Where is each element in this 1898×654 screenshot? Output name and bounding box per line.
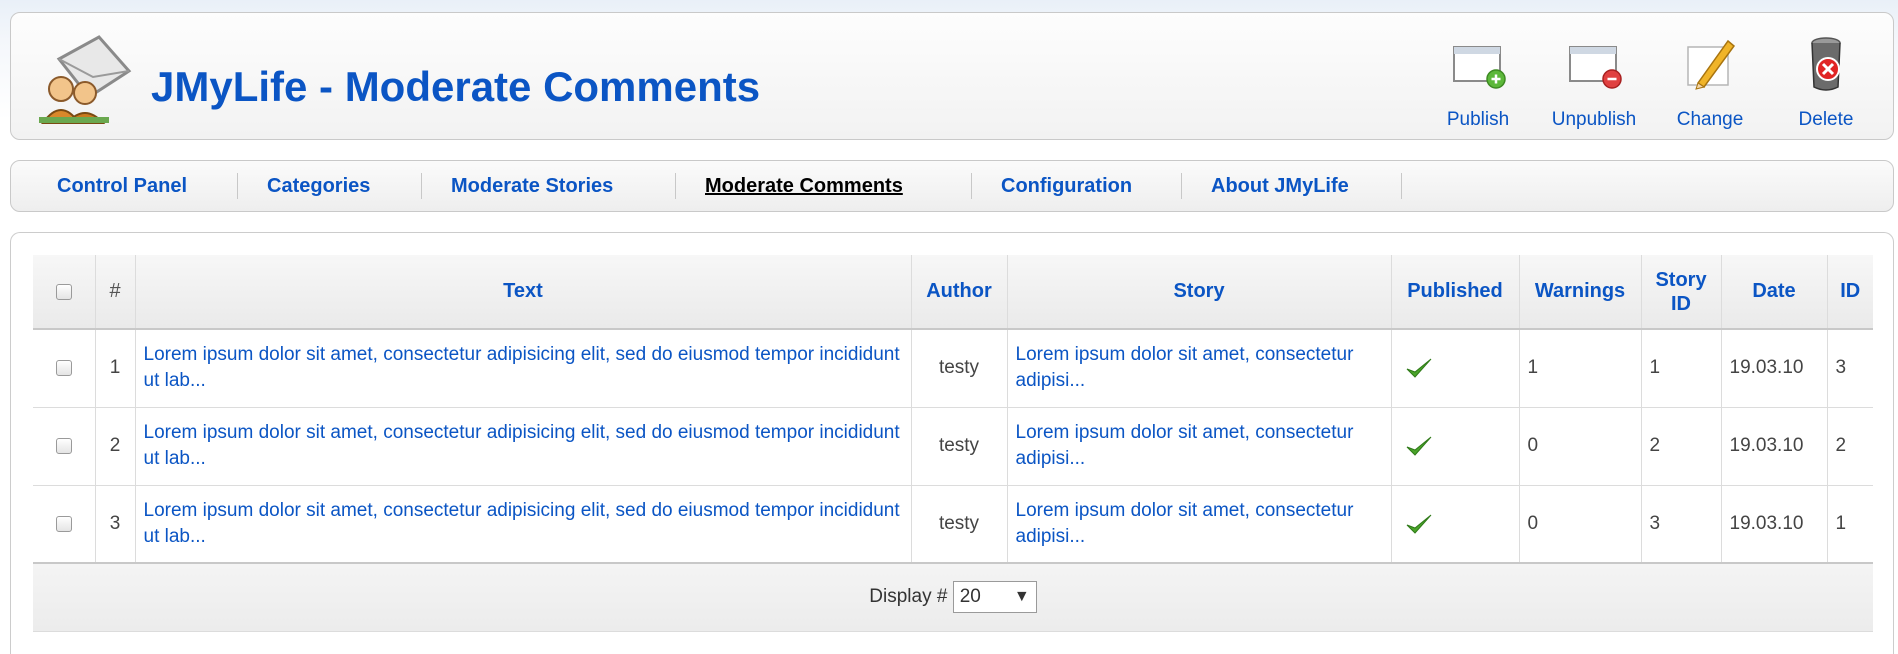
menu-separator — [421, 173, 422, 199]
row-checkbox[interactable] — [55, 515, 72, 532]
story-id: 3 — [1640, 485, 1721, 564]
change-button[interactable]: Change — [1655, 25, 1765, 135]
row-num: 2 — [94, 407, 135, 486]
unpublish-icon — [1569, 46, 1622, 89]
published-cell — [1390, 329, 1519, 408]
change-label: Change — [1676, 109, 1744, 130]
comment-id: 3 — [1826, 329, 1873, 408]
users-comment-icon — [39, 35, 132, 124]
comment-id: 1 — [1826, 485, 1873, 564]
trash-icon — [1811, 37, 1841, 91]
page-title: JMyLife - Moderate Comments — [151, 63, 761, 110]
published-cell — [1390, 485, 1519, 564]
tab-moderate-comments[interactable]: Moderate Comments — [705, 161, 903, 211]
tab-control-panel[interactable]: Control Panel — [57, 161, 187, 211]
menu-separator — [971, 173, 972, 199]
comment-author: testy — [910, 329, 1007, 408]
content-panel: # Text Author Story Published Warnings S… — [10, 232, 1894, 654]
comment-author: testy — [910, 407, 1007, 486]
row-select-cell — [33, 485, 95, 564]
header-bar: JMyLife - Moderate Comments Publish Unpu… — [10, 12, 1894, 140]
unpublish-button[interactable]: Unpublish — [1539, 25, 1649, 135]
comments-table: # Text Author Story Published Warnings S… — [33, 255, 1873, 632]
header-date[interactable]: Date — [1720, 255, 1827, 330]
warnings-count: 0 — [1518, 485, 1641, 564]
publish-label: Publish — [1446, 109, 1510, 130]
published-cell — [1390, 407, 1519, 486]
row-checkbox[interactable] — [55, 360, 72, 377]
table-row: 1 Lorem ipsum dolor sit amet, consectetu… — [33, 329, 1873, 408]
display-limit-value: 20 — [959, 586, 981, 608]
tab-categories[interactable]: Categories — [267, 161, 370, 211]
header-warnings[interactable]: Warnings — [1518, 255, 1641, 330]
publish-button[interactable]: Publish — [1423, 25, 1533, 135]
header-story[interactable]: Story — [1006, 255, 1391, 330]
row-select-cell — [33, 407, 95, 486]
comment-date: 19.03.10 — [1720, 407, 1827, 486]
table-row: 2 Lorem ipsum dolor sit amet, consectetu… — [33, 407, 1873, 486]
row-num: 1 — [94, 329, 135, 408]
chevron-down-icon: ▼ — [1013, 588, 1030, 606]
story-id: 2 — [1640, 407, 1721, 486]
row-num: 3 — [94, 485, 135, 564]
header-published[interactable]: Published — [1390, 255, 1519, 330]
select-all-checkbox[interactable] — [55, 283, 72, 300]
menu-separator — [237, 173, 238, 199]
header-text[interactable]: Text — [134, 255, 911, 330]
story-link[interactable]: Lorem ipsum dolor sit amet, consectetur … — [1006, 407, 1391, 486]
header-num: # — [94, 255, 135, 330]
submenu: Control Panel Categories Moderate Storie… — [10, 160, 1894, 212]
pagination-row: Display # 20 ▼ — [33, 562, 1873, 632]
table-header-row: # Text Author Story Published Warnings S… — [33, 255, 1873, 330]
row-checkbox[interactable] — [55, 437, 72, 454]
table-row: 3 Lorem ipsum dolor sit amet, consectetu… — [33, 485, 1873, 564]
check-icon[interactable] — [1404, 511, 1434, 537]
warnings-count: 1 — [1518, 329, 1641, 408]
warnings-count: 0 — [1518, 407, 1641, 486]
header-story-id[interactable]: Story ID — [1640, 255, 1721, 330]
pencil-icon — [1687, 39, 1736, 90]
toolbar: Publish Unpublish Change Delete — [1423, 25, 1893, 135]
menu-separator — [1181, 173, 1182, 199]
story-link[interactable]: Lorem ipsum dolor sit amet, consectetur … — [1006, 329, 1391, 408]
comment-author: testy — [910, 485, 1007, 564]
comment-date: 19.03.10 — [1720, 329, 1827, 408]
delete-label: Delete — [1798, 109, 1854, 130]
tab-about[interactable]: About JMyLife — [1211, 161, 1349, 211]
tab-configuration[interactable]: Configuration — [1001, 161, 1132, 211]
pagination-cell: Display # 20 ▼ — [33, 562, 1873, 632]
row-select-cell — [33, 329, 95, 408]
menu-separator — [675, 173, 676, 199]
check-icon[interactable] — [1404, 433, 1434, 459]
comment-text-link[interactable]: Lorem ipsum dolor sit amet, consectetur … — [134, 407, 911, 486]
delete-button[interactable]: Delete — [1771, 25, 1881, 135]
menu-separator — [1401, 173, 1402, 199]
comment-date: 19.03.10 — [1720, 485, 1827, 564]
header-id[interactable]: ID — [1826, 255, 1873, 330]
comment-text-link[interactable]: Lorem ipsum dolor sit amet, consectetur … — [134, 485, 911, 564]
comment-text-link[interactable]: Lorem ipsum dolor sit amet, consectetur … — [134, 329, 911, 408]
story-link[interactable]: Lorem ipsum dolor sit amet, consectetur … — [1006, 485, 1391, 564]
check-icon[interactable] — [1404, 355, 1434, 381]
display-limit-select[interactable]: 20 ▼ — [952, 581, 1037, 614]
story-id: 1 — [1640, 329, 1721, 408]
publish-icon — [1453, 46, 1506, 89]
unpublish-label: Unpublish — [1551, 109, 1637, 130]
tab-moderate-stories[interactable]: Moderate Stories — [451, 161, 613, 211]
select-all-cell — [33, 255, 95, 330]
display-label: Display # — [869, 586, 948, 608]
header-author[interactable]: Author — [910, 255, 1007, 330]
comment-id: 2 — [1826, 407, 1873, 486]
